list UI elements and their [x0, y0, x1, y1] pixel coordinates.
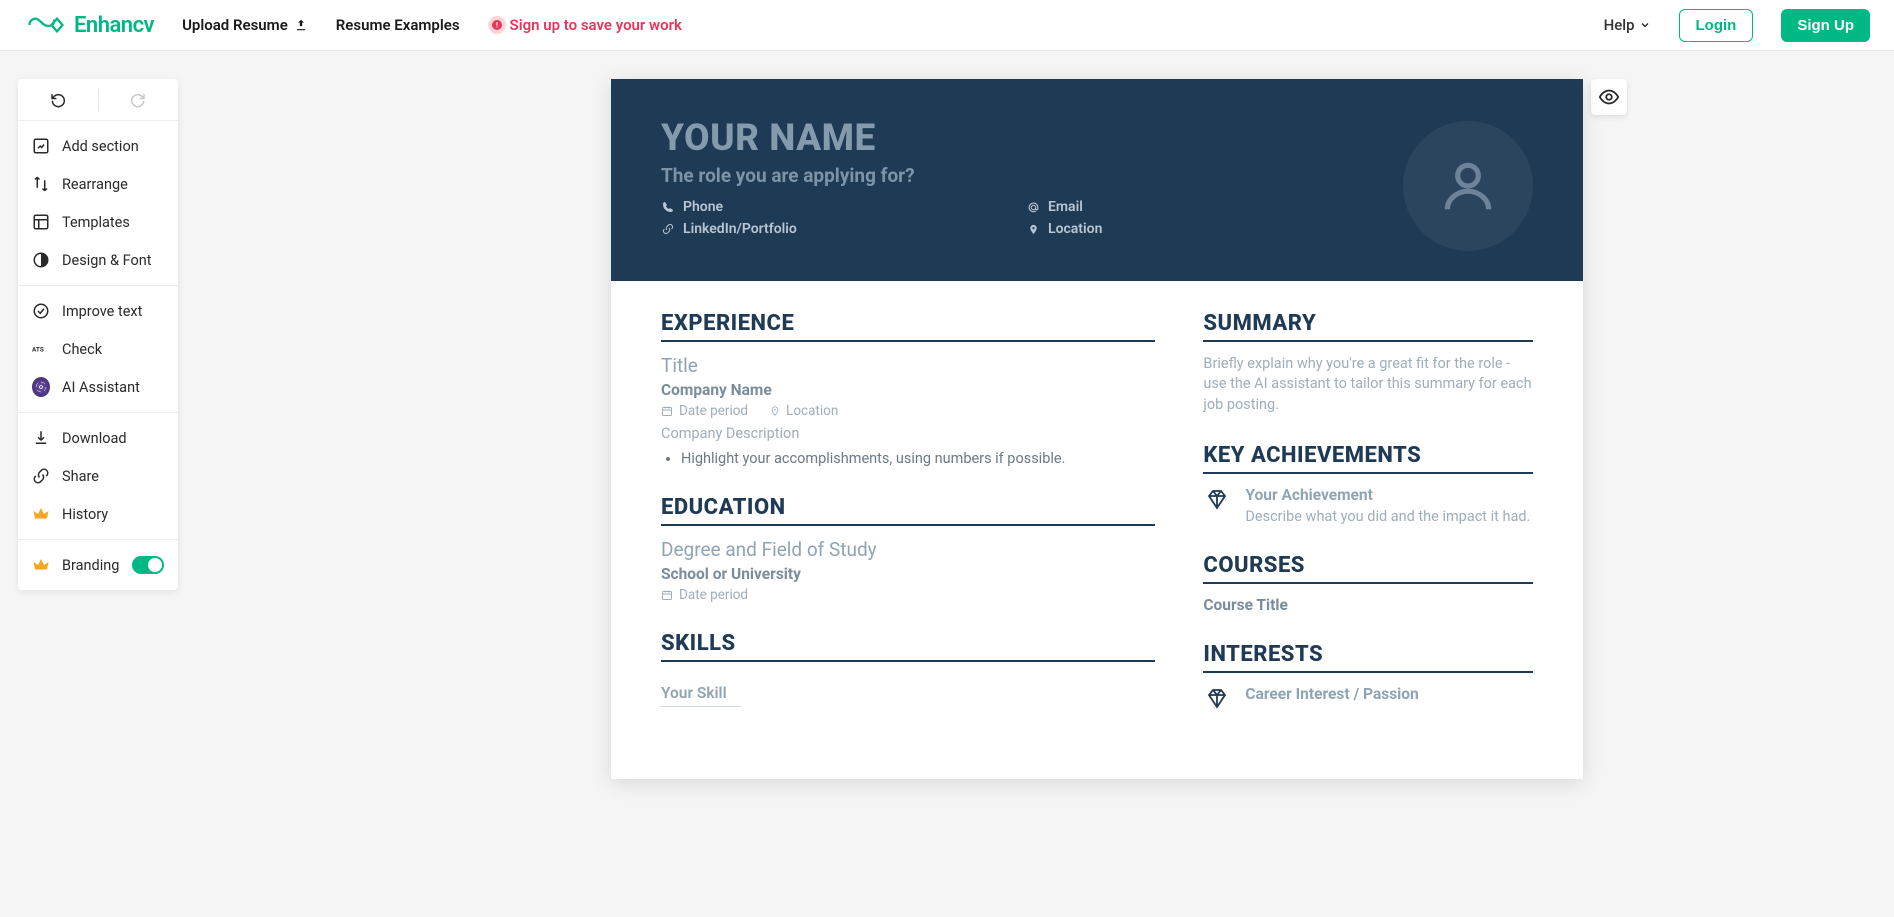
share-icon — [32, 467, 50, 485]
achievement-title-field[interactable]: Your Achievement — [1245, 486, 1530, 504]
redo-button[interactable] — [99, 91, 179, 109]
sidebar-check[interactable]: ATS Check — [18, 330, 178, 368]
pin-icon — [770, 405, 780, 417]
pin-icon — [1026, 222, 1040, 236]
design-icon — [32, 251, 50, 269]
courses-section[interactable]: COURSES Course Title — [1203, 553, 1533, 614]
alert-icon — [488, 16, 506, 34]
interest-field[interactable]: Career Interest / Passion — [1245, 685, 1418, 711]
sidebar-history[interactable]: History — [18, 495, 178, 533]
education-section[interactable]: EDUCATION Degree and Field of Study Scho… — [661, 495, 1155, 603]
logo-text: Enhancv — [74, 13, 154, 38]
sidebar-improve-text[interactable]: Improve text — [18, 292, 178, 330]
diamond-icon — [1203, 687, 1231, 711]
location-field[interactable]: Location — [1026, 221, 1361, 237]
svg-text:ATS: ATS — [32, 346, 44, 354]
templates-icon — [32, 213, 50, 231]
download-icon — [32, 429, 50, 447]
crown-icon — [32, 556, 50, 574]
diamond-icon — [1203, 488, 1231, 525]
education-school-field[interactable]: School or University — [661, 565, 1155, 583]
upload-icon — [294, 18, 308, 32]
preview-button[interactable] — [1591, 79, 1627, 115]
experience-description-field[interactable]: Company Description — [661, 425, 1155, 442]
top-nav: Enhancv Upload Resume Resume Examples Si… — [0, 0, 1894, 51]
sidebar-add-section[interactable]: Add section — [18, 127, 178, 165]
experience-location-field[interactable]: Location — [770, 403, 838, 419]
phone-icon — [661, 200, 675, 214]
add-section-icon — [32, 137, 50, 155]
eye-icon — [1598, 86, 1620, 108]
achievements-heading: KEY ACHIEVEMENTS — [1203, 443, 1533, 468]
summary-heading: SUMMARY — [1203, 311, 1533, 336]
sidebar-rearrange[interactable]: Rearrange — [18, 165, 178, 203]
summary-section[interactable]: SUMMARY Briefly explain why you're a gre… — [1203, 311, 1533, 415]
resume-examples-link[interactable]: Resume Examples — [336, 16, 460, 34]
sidebar: Add section Rearrange Templates Design &… — [18, 79, 178, 590]
resume-header[interactable]: YOUR NAME The role you are applying for?… — [611, 79, 1583, 281]
resume-canvas[interactable]: YOUR NAME The role you are applying for?… — [611, 79, 1583, 779]
achievements-section[interactable]: KEY ACHIEVEMENTS Your Achievement Descri… — [1203, 443, 1533, 525]
logo[interactable]: Enhancv — [24, 13, 154, 38]
experience-section[interactable]: EXPERIENCE Title Company Name Date perio… — [661, 311, 1155, 467]
crown-icon — [32, 505, 50, 523]
linkedin-field[interactable]: LinkedIn/Portfolio — [661, 221, 996, 237]
link-icon — [661, 222, 675, 236]
avatar-placeholder[interactable] — [1403, 121, 1533, 251]
signup-button[interactable]: Sign Up — [1781, 9, 1870, 42]
courses-heading: COURSES — [1203, 553, 1533, 578]
help-menu[interactable]: Help — [1604, 16, 1651, 34]
email-field[interactable]: Email — [1026, 199, 1361, 215]
summary-field[interactable]: Briefly explain why you're a great fit f… — [1203, 354, 1533, 415]
course-title-field[interactable]: Course Title — [1203, 596, 1533, 614]
upload-resume-link[interactable]: Upload Resume — [182, 16, 308, 34]
interests-heading: INTERESTS — [1203, 642, 1533, 667]
ai-icon — [32, 377, 50, 397]
save-warning-text: Sign up to save your work — [510, 16, 682, 34]
improve-icon — [32, 302, 50, 320]
redo-icon — [129, 91, 147, 109]
experience-heading: EXPERIENCE — [661, 311, 1155, 336]
experience-bullet[interactable]: Highlight your accomplishments, using nu… — [681, 450, 1155, 467]
check-icon: ATS — [32, 340, 50, 358]
email-icon — [1026, 200, 1040, 214]
branding-toggle[interactable] — [132, 556, 164, 574]
experience-title-field[interactable]: Title — [661, 354, 1155, 377]
save-warning-group[interactable]: Sign up to save your work — [488, 16, 682, 34]
undo-icon — [49, 91, 67, 109]
education-degree-field[interactable]: Degree and Field of Study — [661, 538, 1155, 561]
name-field[interactable]: YOUR NAME — [661, 117, 1373, 160]
role-field[interactable]: The role you are applying for? — [661, 164, 1373, 187]
experience-date-field[interactable]: Date period — [661, 403, 748, 419]
interests-section[interactable]: INTERESTS Career Interest / Passion — [1203, 642, 1533, 711]
login-button[interactable]: Login — [1679, 9, 1754, 42]
skill-field[interactable]: Your Skill — [661, 678, 741, 707]
rearrange-icon — [32, 175, 50, 193]
sidebar-ai-assistant[interactable]: AI Assistant — [18, 368, 178, 406]
sidebar-design-font[interactable]: Design & Font — [18, 241, 178, 279]
chevron-down-icon — [1639, 19, 1651, 31]
sidebar-branding[interactable]: Branding — [18, 546, 178, 584]
achievement-desc-field[interactable]: Describe what you did and the impact it … — [1245, 508, 1530, 525]
person-icon — [1437, 155, 1499, 217]
sidebar-share[interactable]: Share — [18, 457, 178, 495]
calendar-icon — [661, 405, 673, 417]
education-date-field[interactable]: Date period — [661, 587, 748, 603]
education-heading: EDUCATION — [661, 495, 1155, 520]
phone-field[interactable]: Phone — [661, 199, 996, 215]
skills-section[interactable]: SKILLS Your Skill — [661, 631, 1155, 707]
sidebar-download[interactable]: Download — [18, 419, 178, 457]
logo-icon — [24, 13, 68, 37]
experience-company-field[interactable]: Company Name — [661, 381, 1155, 399]
undo-button[interactable] — [18, 91, 98, 109]
calendar-icon — [661, 589, 673, 601]
sidebar-templates[interactable]: Templates — [18, 203, 178, 241]
skills-heading: SKILLS — [661, 631, 1155, 656]
